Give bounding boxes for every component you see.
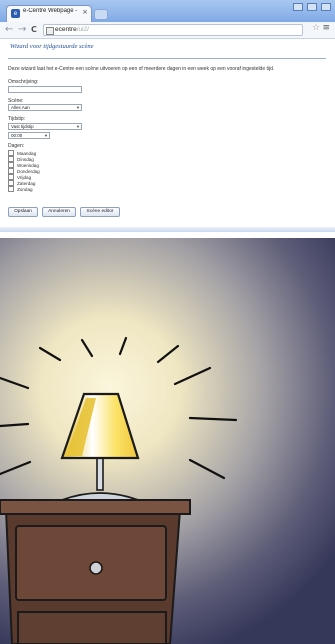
nightstand-lower-drawer — [17, 611, 167, 644]
back-arrow-icon[interactable]: ← — [5, 24, 13, 36]
lamp-scene — [0, 238, 335, 644]
close-icon[interactable]: × — [82, 8, 88, 16]
url-path: /ui2/ — [76, 26, 89, 33]
star-icon[interactable]: ☆ — [312, 23, 320, 33]
menu-icon[interactable]: ≡ — [322, 23, 330, 33]
browser-window: e e-Centre Webpage - Spe × ← → C ecentre… — [0, 0, 335, 232]
day-label: Vrijdag — [17, 174, 32, 180]
day-label: Maandag — [17, 150, 37, 156]
lamp-illustration — [0, 238, 335, 644]
time-select[interactable]: 00:00 ▼ — [8, 132, 50, 139]
close-window-button[interactable] — [321, 3, 331, 11]
page-content: Wizard voor tijdgestuurde scène Deze wiz… — [0, 39, 335, 232]
tijdstip-label: Tijdstip: — [8, 116, 26, 122]
scene-select-value: Alles Aan — [11, 105, 30, 110]
url-text: ecentre/ui2/ — [55, 25, 89, 35]
chevron-down-icon: ▼ — [76, 124, 80, 129]
cancel-button[interactable]: Annuleren — [42, 207, 76, 217]
minimize-button[interactable] — [293, 3, 303, 11]
title-bar: e e-Centre Webpage - Spe × — [0, 0, 335, 22]
nightstand — [0, 499, 191, 644]
page-title: Wizard voor tijdgestuurde scène — [10, 43, 94, 50]
save-button[interactable]: Opslaan — [8, 207, 38, 217]
dagen-label: Dagen: — [8, 143, 25, 149]
page-bottom-border — [0, 227, 335, 232]
day-label: Woensdag — [17, 162, 39, 168]
chevron-down-icon: ▼ — [76, 105, 80, 110]
browser-tab[interactable]: e e-Centre Webpage - Spe × — [6, 5, 92, 22]
day-label: Dinsdag — [17, 156, 34, 162]
omschrijving-label: Omschrijving: — [8, 79, 39, 85]
address-bar[interactable]: ecentre/ui2/ — [43, 24, 303, 36]
new-tab-button[interactable] — [94, 9, 108, 20]
nightstand-top — [0, 499, 191, 515]
divider — [8, 58, 326, 59]
window-controls — [293, 3, 331, 13]
tab-title: e-Centre Webpage - Spe — [23, 8, 79, 14]
intro-text: Deze wizard laat het e-Centre een scène … — [8, 66, 275, 72]
time-select-value: 00:00 — [11, 133, 23, 138]
day-label: Zaterdag — [17, 180, 36, 186]
page-icon: e — [11, 9, 20, 18]
browser-toolbar: ← → C ecentre/ui2/ ☆ ≡ — [0, 22, 335, 39]
page-icon — [46, 27, 54, 35]
url-host: ecentre — [55, 26, 77, 33]
drawer-knob — [89, 561, 103, 575]
reload-icon[interactable]: C — [31, 24, 37, 36]
day-label: Zondag — [17, 186, 33, 192]
day-checkbox[interactable]: Zondag — [8, 186, 33, 192]
chevron-down-icon: ▼ — [44, 133, 48, 138]
tijdstip-select[interactable]: Vast tijdstip ▼ — [8, 123, 82, 130]
scene-select[interactable]: Alles Aan ▼ — [8, 104, 82, 111]
scene-editor-button[interactable]: Scène editor — [80, 207, 120, 217]
omschrijving-input[interactable] — [8, 86, 82, 93]
day-label: Donderdag — [17, 168, 40, 174]
forward-arrow-icon[interactable]: → — [18, 24, 26, 36]
maximize-button[interactable] — [307, 3, 317, 11]
tijdstip-select-value: Vast tijdstip — [11, 124, 34, 129]
nightstand-drawer — [15, 525, 167, 601]
checkbox[interactable] — [8, 186, 14, 192]
